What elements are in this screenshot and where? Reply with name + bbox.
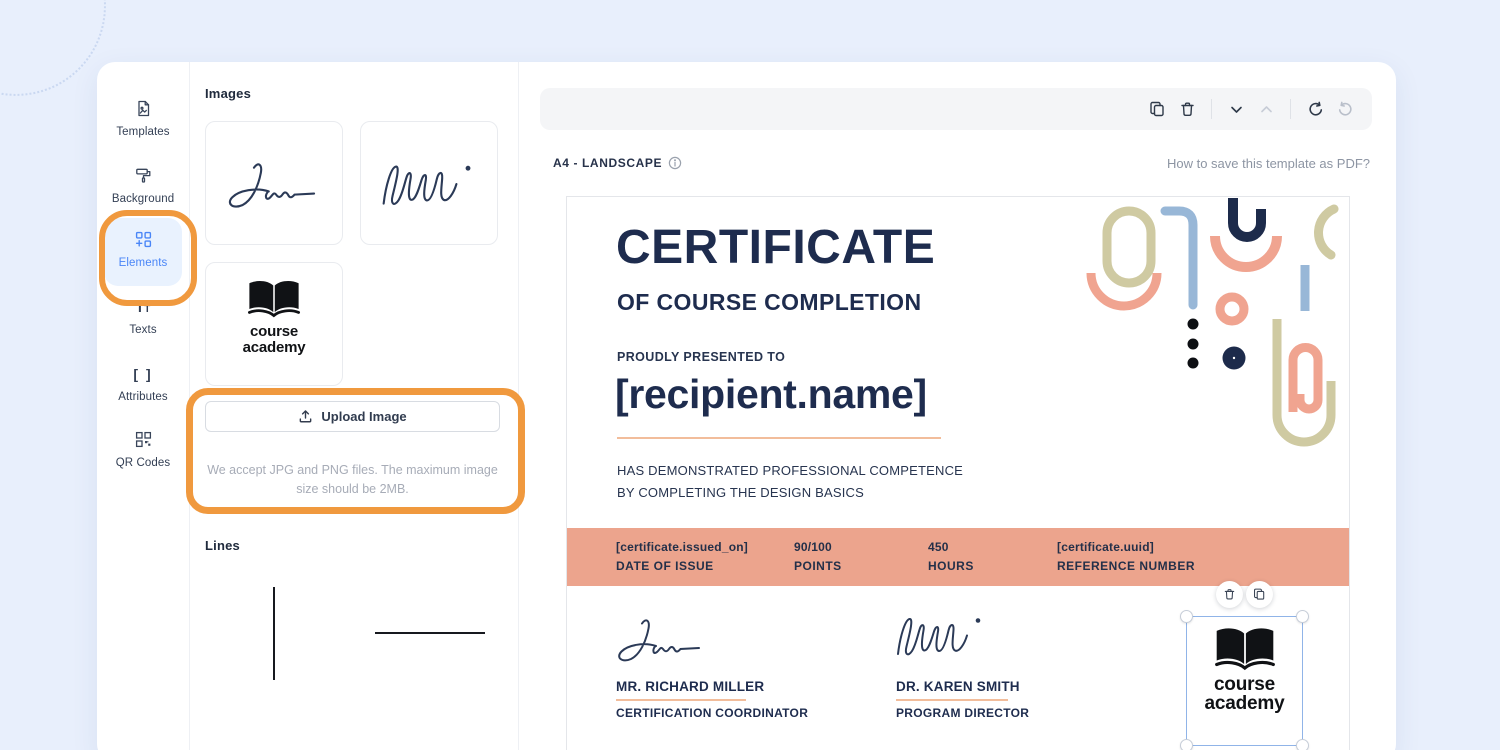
- logo-text-line1: course: [250, 324, 298, 340]
- resize-handle-bottom-left[interactable]: [1180, 739, 1193, 750]
- sidebar-item-label: QR Codes: [116, 457, 171, 469]
- move-up-button[interactable]: [1251, 94, 1281, 124]
- signature-2-image[interactable]: [891, 607, 991, 662]
- resize-handle-top-right[interactable]: [1296, 610, 1309, 623]
- upload-hint-text: We accept JPG and PNG files. The maximum…: [207, 461, 498, 499]
- canvas-toolbar: [540, 88, 1372, 130]
- upload-button-label: Upload Image: [321, 409, 406, 424]
- certificate-subtitle[interactable]: OF COURSE COMPLETION: [617, 289, 921, 316]
- selected-element-duplicate-button[interactable]: [1246, 581, 1273, 608]
- signatory-underline: [616, 699, 746, 701]
- certificate-description[interactable]: HAS DEMONSTRATED PROFESSIONAL COMPETENCE…: [617, 460, 963, 503]
- upload-image-button[interactable]: Upload Image: [205, 401, 500, 432]
- images-section-title: Images: [205, 86, 251, 101]
- decorative-shapes: [1081, 197, 1350, 457]
- toolbar-divider: [1290, 99, 1291, 119]
- background-icon: [97, 167, 189, 185]
- course-academy-book-icon: [246, 279, 302, 319]
- sidebar-item-templates[interactable]: Templates: [97, 100, 189, 140]
- delete-button[interactable]: [1172, 94, 1202, 124]
- image-asset-signature-2[interactable]: [360, 121, 498, 245]
- selected-element-delete-button[interactable]: [1216, 581, 1243, 608]
- sidebar-item-label: Texts: [129, 324, 156, 336]
- signatory-underline: [896, 699, 1008, 701]
- sidebar-item-texts[interactable]: TT Texts: [97, 298, 189, 338]
- detail-label: REFERENCE NUMBER: [1057, 559, 1195, 573]
- format-text: A4 - LANDSCAPE: [553, 156, 662, 170]
- pdf-help-link[interactable]: How to save this template as PDF?: [1167, 156, 1370, 171]
- signatory-role[interactable]: CERTIFICATION COORDINATOR: [616, 706, 808, 720]
- detail-value: 90/100: [794, 540, 832, 554]
- selected-logo-element[interactable]: course academy: [1186, 616, 1303, 746]
- sidebar-item-label: Elements: [119, 257, 168, 269]
- sidebar-item-background[interactable]: Background: [97, 167, 189, 207]
- texts-icon: TT: [97, 298, 189, 316]
- detail-value: 450: [928, 540, 949, 554]
- certificate-page[interactable]: CERTIFICATE OF COURSE COMPLETION PROUDLY…: [566, 196, 1350, 750]
- canvas-area: A4 - LANDSCAPE How to save this template…: [518, 62, 1396, 750]
- templates-icon: [97, 100, 189, 118]
- sidebar-item-label: Attributes: [118, 391, 168, 403]
- sidebar-item-label: Templates: [116, 126, 169, 138]
- images-panel: Images course academy Upload Image We ac…: [189, 62, 519, 750]
- signature-1-image: [221, 154, 327, 212]
- page-background: Templates Background: [0, 0, 1500, 750]
- course-academy-book-icon: [1213, 626, 1277, 672]
- signatory-name[interactable]: MR. RICHARD MILLER: [616, 679, 764, 694]
- presented-to-label[interactable]: PROUDLY PRESENTED TO: [617, 350, 785, 364]
- recipient-name-placeholder[interactable]: [recipient.name]: [615, 374, 927, 415]
- detail-label: HOURS: [928, 559, 974, 573]
- detail-value: [certificate.uuid]: [1057, 540, 1154, 554]
- qr-codes-icon: [97, 431, 189, 449]
- sidebar-item-attributes[interactable]: [ ] Attributes: [97, 365, 189, 405]
- image-asset-logo[interactable]: course academy: [205, 262, 343, 386]
- attributes-icon: [ ]: [97, 365, 189, 383]
- signature-2-image: [376, 154, 482, 212]
- duplicate-button[interactable]: [1142, 94, 1172, 124]
- logo-text-line2: academy: [1205, 695, 1285, 714]
- sidebar-item-label: Background: [112, 193, 174, 205]
- toolbar-divider: [1211, 99, 1212, 119]
- resize-handle-bottom-right[interactable]: [1296, 739, 1309, 750]
- line-element-horizontal[interactable]: [375, 632, 485, 634]
- logo-text-line1: course: [1214, 676, 1275, 695]
- sidebar-item-qr-codes[interactable]: QR Codes: [97, 431, 189, 471]
- description-line2: BY COMPLETING THE DESIGN BASICS: [617, 482, 963, 504]
- sidebar-item-elements[interactable]: Elements: [104, 218, 182, 286]
- image-asset-signature-1[interactable]: [205, 121, 343, 245]
- signatory-role[interactable]: PROGRAM DIRECTOR: [896, 706, 1029, 720]
- detail-value: [certificate.issued_on]: [616, 540, 748, 554]
- certificate-title[interactable]: CERTIFICATE: [616, 224, 935, 272]
- logo-text-line2: academy: [243, 340, 306, 356]
- page-format-label: A4 - LANDSCAPE: [553, 156, 682, 170]
- app-window: Templates Background: [97, 62, 1396, 750]
- details-band[interactable]: [certificate.issued_on] DATE OF ISSUE 90…: [567, 528, 1349, 586]
- recipient-underline: [617, 437, 941, 439]
- resize-handle-top-left[interactable]: [1180, 610, 1193, 623]
- elements-icon: [104, 231, 182, 249]
- detail-label: POINTS: [794, 559, 842, 573]
- line-element-vertical[interactable]: [273, 587, 275, 680]
- undo-button[interactable]: [1300, 94, 1330, 124]
- signatory-name[interactable]: DR. KAREN SMITH: [896, 679, 1020, 694]
- description-line1: HAS DEMONSTRATED PROFESSIONAL COMPETENCE: [617, 460, 963, 482]
- redo-button[interactable]: [1330, 94, 1360, 124]
- upload-icon: [298, 409, 313, 424]
- sidebar: Templates Background: [97, 62, 190, 750]
- info-icon[interactable]: [668, 156, 682, 170]
- signature-1-image[interactable]: [611, 609, 711, 667]
- move-down-button[interactable]: [1221, 94, 1251, 124]
- lines-section-title: Lines: [205, 538, 240, 553]
- background-arc-decoration: [0, 0, 106, 96]
- detail-label: DATE OF ISSUE: [616, 559, 714, 573]
- course-academy-logo: course academy: [1187, 617, 1302, 745]
